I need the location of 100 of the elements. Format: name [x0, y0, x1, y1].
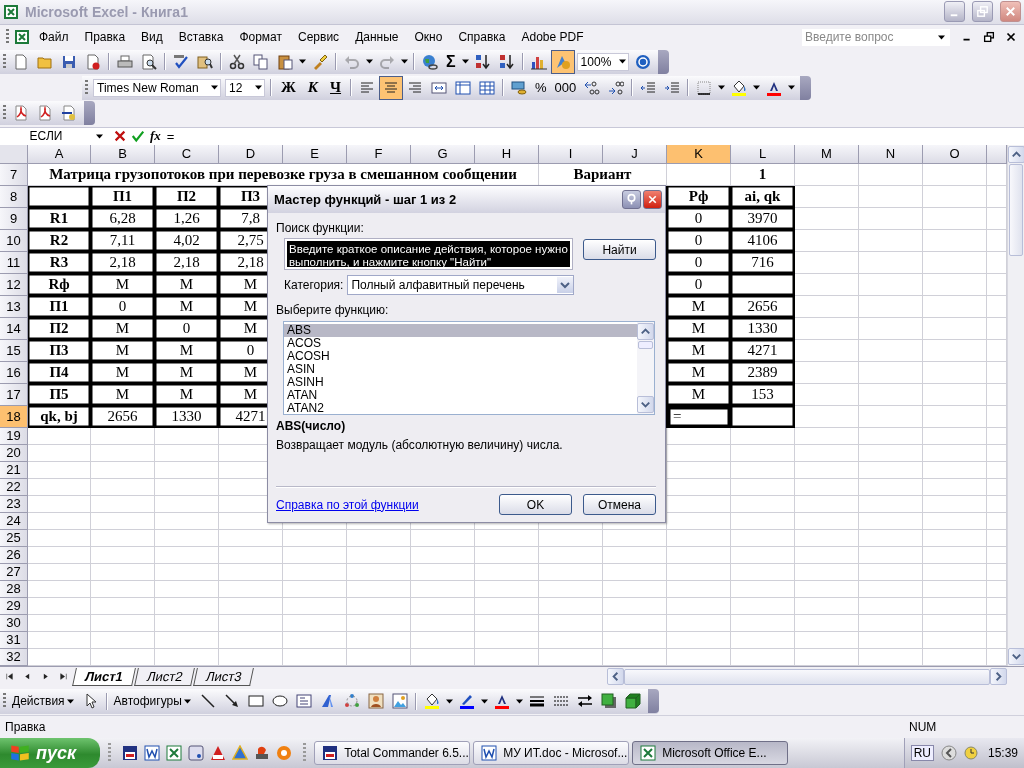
tray-icon[interactable] — [940, 745, 957, 761]
caret-icon[interactable] — [183, 698, 191, 704]
menu-item[interactable]: Файл — [32, 28, 76, 47]
row-header[interactable]: 13 — [0, 295, 28, 318]
menu-item[interactable]: Данные — [348, 28, 406, 47]
sheet-tab[interactable]: Лист2 — [134, 667, 196, 686]
function-item[interactable]: ASIN — [284, 363, 637, 376]
restore-button[interactable] — [972, 1, 993, 23]
close-button[interactable] — [643, 190, 662, 209]
caret-icon[interactable] — [66, 698, 74, 704]
search-field[interactable]: Введите краткое описание действия, которое нужно выполнить, и нажмите кнопку "Найти" — [285, 239, 572, 269]
scroll-down-icon[interactable] — [1008, 647, 1024, 665]
formula-field[interactable]: = — [166, 128, 175, 144]
menu-item[interactable]: Вид — [134, 28, 170, 47]
text-style-button[interactable]: Ж — [275, 79, 302, 97]
previous-sheet-icon[interactable] — [23, 672, 32, 682]
menu-item[interactable]: Окно — [407, 28, 450, 47]
active-cell[interactable]: = — [667, 405, 731, 428]
function-item[interactable]: ATAN2 — [284, 402, 637, 415]
dropdown-icon[interactable] — [557, 277, 574, 293]
zoom-field[interactable]: 100% — [576, 52, 629, 71]
function-item[interactable]: ASINH — [284, 376, 637, 389]
row-header[interactable]: 18 — [0, 405, 28, 428]
percent-button[interactable]: % — [531, 80, 551, 96]
caret-icon[interactable] — [938, 34, 945, 40]
row-header[interactable]: 7 — [0, 163, 28, 186]
sheet-tab[interactable]: Лист1 — [72, 667, 136, 686]
caret-icon[interactable] — [445, 698, 453, 704]
list-scrollbar[interactable] — [637, 322, 654, 414]
autoshapes-menu[interactable]: Автофигуры — [110, 694, 196, 709]
scroll-left-icon[interactable] — [607, 668, 624, 686]
question-field[interactable]: Введите вопрос — [802, 28, 950, 46]
scrollbar-thumb[interactable] — [1009, 163, 1023, 256]
row-header[interactable]: 11 — [0, 251, 28, 274]
find-button[interactable]: Найти — [583, 239, 656, 260]
caret-icon[interactable] — [401, 59, 408, 65]
caret-icon[interactable] — [788, 85, 796, 91]
taskbar-button[interactable]: Microsoft Office E... — [632, 741, 789, 765]
caret-icon[interactable] — [461, 59, 469, 65]
toolbar-options-icon[interactable] — [657, 49, 669, 74]
scroll-up-icon[interactable] — [1008, 145, 1024, 163]
caret-icon[interactable] — [480, 698, 488, 704]
function-item[interactable]: ATAN — [284, 389, 637, 402]
app-icon[interactable] — [210, 745, 227, 761]
category-dropdown[interactable]: Полный алфавитный перечень — [347, 275, 575, 295]
caret-icon[interactable] — [618, 59, 626, 65]
menu-item[interactable]: Правка — [77, 28, 133, 47]
autosum-button[interactable]: Σ — [442, 52, 460, 71]
app-icon[interactable] — [254, 745, 271, 761]
first-sheet-icon[interactable] — [5, 672, 14, 682]
insert-function-button[interactable]: fx — [150, 128, 161, 145]
caret-icon[interactable] — [515, 698, 523, 704]
start-button[interactable]: пуск — [0, 738, 101, 768]
help-button[interactable] — [622, 190, 641, 209]
menu-item[interactable]: Adobe PDF — [514, 28, 591, 47]
text-style-button[interactable]: Ч — [324, 79, 348, 97]
cancel-icon[interactable] — [113, 129, 127, 144]
row-header[interactable]: 14 — [0, 317, 28, 340]
row-header[interactable]: 10 — [0, 229, 28, 252]
thousands-button[interactable]: 000 — [550, 80, 581, 96]
clock-icon[interactable] — [962, 745, 979, 761]
word-icon[interactable] — [144, 745, 161, 761]
enter-icon[interactable] — [131, 129, 145, 144]
disc-icon[interactable] — [276, 745, 293, 761]
taskbar-button[interactable]: Total Commander 6.5... — [314, 741, 471, 765]
actions-menu[interactable]: Действия — [9, 694, 79, 709]
restore-icon[interactable] — [982, 30, 996, 45]
function-item[interactable]: ABS — [284, 324, 637, 337]
row-header[interactable]: 12 — [0, 273, 28, 296]
row-header[interactable]: 16 — [0, 361, 28, 384]
font-size-field[interactable]: 12 — [225, 78, 265, 97]
menu-item[interactable]: Справка — [451, 28, 513, 47]
taskbar-button[interactable]: МУ ИТ.doc - Microsof... — [473, 741, 630, 765]
menu-item[interactable]: Вставка — [171, 28, 231, 47]
scrollbar-thumb[interactable] — [638, 341, 653, 349]
triangle-icon[interactable] — [232, 745, 249, 761]
caret-icon[interactable] — [96, 133, 103, 139]
caret-icon[interactable] — [211, 85, 218, 91]
spreadsheet-icon[interactable] — [14, 29, 30, 46]
caret-icon[interactable] — [718, 85, 726, 91]
sheet-tab[interactable]: Лист3 — [193, 667, 255, 686]
spreadsheet-icon[interactable] — [166, 745, 183, 761]
align-center-icon[interactable] — [379, 75, 404, 100]
caret-icon[interactable] — [753, 85, 761, 91]
help-link[interactable]: Справка по этой функции — [276, 497, 419, 512]
row-header[interactable]: 8 — [0, 185, 28, 208]
caret-icon[interactable] — [299, 59, 306, 65]
scroll-up-icon[interactable] — [637, 323, 654, 340]
close-button[interactable] — [1000, 1, 1021, 23]
next-sheet-icon[interactable] — [41, 672, 50, 682]
row-header[interactable]: 15 — [0, 339, 28, 362]
app-icon[interactable] — [188, 745, 205, 761]
menu-item[interactable]: Формат — [232, 28, 290, 47]
vertical-scrollbar[interactable] — [1007, 144, 1024, 666]
ok-button[interactable]: OK — [499, 494, 572, 515]
cancel-button[interactable]: Отмена — [583, 494, 656, 515]
drawing-icon[interactable] — [550, 49, 575, 74]
row-header[interactable]: 17 — [0, 383, 28, 406]
caret-icon[interactable] — [366, 59, 373, 65]
caret-icon[interactable] — [255, 85, 262, 91]
